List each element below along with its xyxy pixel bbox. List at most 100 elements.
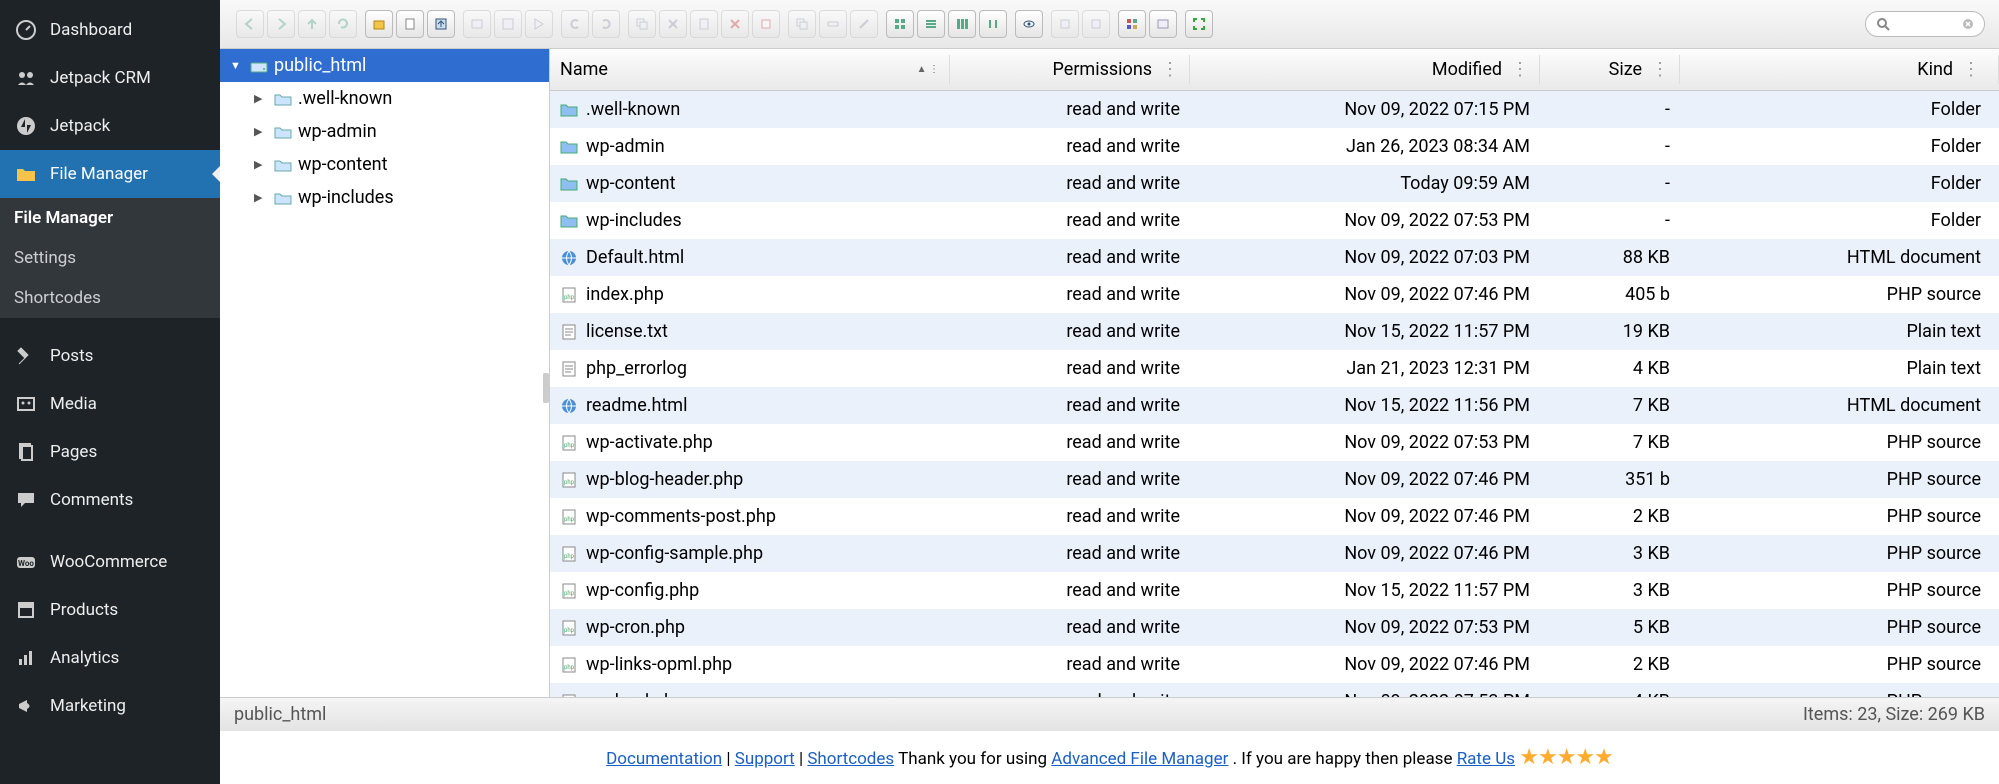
- col-permissions[interactable]: Permissions ⋮: [950, 55, 1190, 84]
- rename-button[interactable]: [819, 10, 847, 38]
- col-name[interactable]: Name▲ ⋮: [550, 55, 950, 84]
- search-box[interactable]: [1865, 11, 1985, 37]
- tree-item[interactable]: ▶wp-content: [220, 148, 549, 181]
- sidebar-sub-shortcodes[interactable]: Shortcodes: [0, 278, 220, 318]
- file-row[interactable]: wp-adminread and writeJan 26, 2023 08:34…: [550, 128, 1999, 165]
- sort-button[interactable]: [979, 10, 1007, 38]
- extract-button[interactable]: [1051, 10, 1079, 38]
- redo-button[interactable]: [592, 10, 620, 38]
- file-row[interactable]: phpwp-blog-header.phpread and writeNov 0…: [550, 461, 1999, 498]
- search-input[interactable]: [1896, 16, 1956, 32]
- file-row[interactable]: phpwp-config-sample.phpread and writeNov…: [550, 535, 1999, 572]
- tree-resize-handle[interactable]: [543, 373, 549, 403]
- reload-button[interactable]: [329, 10, 357, 38]
- new-file-button[interactable]: [396, 10, 424, 38]
- svg-text:php: php: [564, 442, 575, 449]
- sidebar-sub-settings[interactable]: Settings: [0, 238, 220, 278]
- support-link[interactable]: Support: [735, 749, 795, 769]
- sidebar-item-comments[interactable]: Comments: [0, 476, 220, 524]
- file-modified: Today 09:59 AM: [1190, 169, 1540, 198]
- file-row[interactable]: php_errorlogread and writeJan 21, 2023 1…: [550, 350, 1999, 387]
- doc-link[interactable]: Documentation: [606, 749, 722, 769]
- tree-root[interactable]: ▼ public_html: [220, 49, 549, 82]
- file-size: -: [1540, 206, 1680, 235]
- icons-view-button[interactable]: [886, 10, 914, 38]
- download-button[interactable]: [494, 10, 522, 38]
- sidebar-item-woocommerce[interactable]: WooWooCommerce: [0, 538, 220, 586]
- info-button[interactable]: [1118, 10, 1146, 38]
- file-row[interactable]: phpwp-activate.phpread and writeNov 09, …: [550, 424, 1999, 461]
- back-button[interactable]: [236, 10, 264, 38]
- columns-view-button[interactable]: [948, 10, 976, 38]
- cut-button[interactable]: [659, 10, 687, 38]
- delete-button[interactable]: [721, 10, 749, 38]
- help-button[interactable]: [1149, 10, 1177, 38]
- file-permissions: read and write: [950, 576, 1190, 605]
- file-row[interactable]: phpindex.phpread and writeNov 09, 2022 0…: [550, 276, 1999, 313]
- file-size: 7 KB: [1540, 391, 1680, 420]
- tree-item[interactable]: ▶.well-known: [220, 82, 549, 115]
- afm-link[interactable]: Advanced File Manager: [1051, 749, 1228, 769]
- file-row[interactable]: license.txtread and writeNov 15, 2022 11…: [550, 313, 1999, 350]
- sidebar-item-jetpack[interactable]: Jetpack: [0, 102, 220, 150]
- sidebar-item-label: Analytics: [50, 648, 119, 668]
- undo-button[interactable]: [561, 10, 589, 38]
- file-kind: Plain text: [1680, 317, 1999, 346]
- file-row[interactable]: Default.htmlread and writeNov 09, 2022 0…: [550, 239, 1999, 276]
- sidebar-item-media[interactable]: Media: [0, 380, 220, 428]
- file-row[interactable]: phpwp-links-opml.phpread and writeNov 09…: [550, 646, 1999, 683]
- sidebar-sub-file-manager[interactable]: File Manager: [0, 198, 220, 238]
- duplicate-button[interactable]: [788, 10, 816, 38]
- rate-link[interactable]: Rate Us: [1457, 749, 1515, 769]
- edit-button[interactable]: [850, 10, 878, 38]
- file-modified: Nov 15, 2022 11:57 PM: [1190, 317, 1540, 346]
- open-button[interactable]: [463, 10, 491, 38]
- file-row[interactable]: .well-knownread and writeNov 09, 2022 07…: [550, 91, 1999, 128]
- col-size[interactable]: Size ⋮: [1540, 55, 1680, 84]
- preview-button[interactable]: [1015, 10, 1043, 38]
- file-row[interactable]: wp-includesread and writeNov 09, 2022 07…: [550, 202, 1999, 239]
- tree-item[interactable]: ▶wp-includes: [220, 181, 549, 214]
- sidebar-item-marketing[interactable]: Marketing: [0, 682, 220, 730]
- clear-icon[interactable]: [1962, 18, 1974, 30]
- upload-button[interactable]: [427, 10, 455, 38]
- new-folder-button[interactable]: [365, 10, 393, 38]
- sidebar-item-file-manager[interactable]: File Manager: [0, 150, 220, 198]
- sidebar-item-products[interactable]: Products: [0, 586, 220, 634]
- empty-button[interactable]: [752, 10, 780, 38]
- folder-icon: [560, 175, 578, 193]
- file-row[interactable]: phpwp-cron.phpread and writeNov 09, 2022…: [550, 609, 1999, 646]
- file-permissions: read and write: [950, 243, 1190, 272]
- col-kind[interactable]: Kind ⋮: [1680, 55, 1999, 84]
- chevron-down-icon[interactable]: ▼: [230, 59, 244, 72]
- col-modified[interactable]: Modified ⋮: [1190, 55, 1540, 84]
- tree-item[interactable]: ▶wp-admin: [220, 115, 549, 148]
- file-permissions: read and write: [950, 428, 1190, 457]
- sidebar-item-dashboard[interactable]: Dashboard: [0, 6, 220, 54]
- file-row[interactable]: readme.htmlread and writeNov 15, 2022 11…: [550, 387, 1999, 424]
- shortcodes-link[interactable]: Shortcodes: [807, 749, 894, 769]
- archive-button[interactable]: [1082, 10, 1110, 38]
- chevron-right-icon[interactable]: ▶: [254, 158, 268, 171]
- chevron-right-icon[interactable]: ▶: [254, 191, 268, 204]
- copy-button[interactable]: [628, 10, 656, 38]
- chevron-right-icon[interactable]: ▶: [254, 92, 268, 105]
- php-icon: php: [560, 545, 578, 563]
- fullscreen-button[interactable]: [1185, 10, 1213, 38]
- paste-button[interactable]: [690, 10, 718, 38]
- file-row[interactable]: phpwp-config.phpread and writeNov 15, 20…: [550, 572, 1999, 609]
- file-row[interactable]: phpwp-comments-post.phpread and writeNov…: [550, 498, 1999, 535]
- stars-icon[interactable]: ★★★★★: [1519, 745, 1613, 770]
- sidebar-item-jetpack-crm[interactable]: Jetpack CRM: [0, 54, 220, 102]
- chevron-right-icon[interactable]: ▶: [254, 125, 268, 138]
- getfile-button[interactable]: [525, 10, 553, 38]
- sidebar-item-posts[interactable]: Posts: [0, 332, 220, 380]
- sidebar-item-pages[interactable]: Pages: [0, 428, 220, 476]
- file-row[interactable]: phpwp-load.phpread and writeNov 09, 2022…: [550, 683, 1999, 697]
- file-row[interactable]: wp-contentread and writeToday 09:59 AM-F…: [550, 165, 1999, 202]
- sidebar-item-analytics[interactable]: Analytics: [0, 634, 220, 682]
- file-manager-toolbar: [220, 0, 1999, 49]
- forward-button[interactable]: [267, 10, 295, 38]
- up-button[interactable]: [298, 10, 326, 38]
- list-view-button[interactable]: [917, 10, 945, 38]
